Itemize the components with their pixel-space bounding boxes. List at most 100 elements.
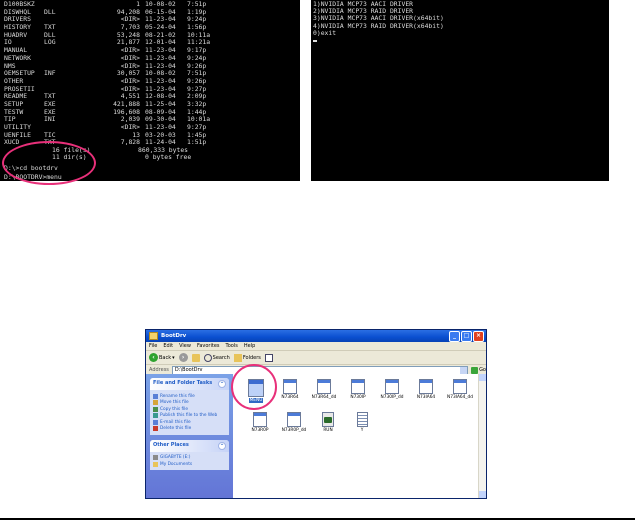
collapse-chevron-icon[interactable]: ^ [218, 441, 226, 450]
task-icon [153, 426, 158, 431]
page-divider [0, 518, 635, 520]
task-icon [153, 406, 158, 412]
entry-ext: INF [44, 69, 56, 78]
text-file-icon [356, 412, 368, 427]
task-icon [153, 413, 158, 418]
folders-label: Folders [242, 354, 261, 361]
go-button[interactable]: Go [471, 366, 486, 374]
toolbar: ‹ Back ▾ › Search Folders [146, 351, 486, 365]
task-label: E-mail this file [160, 419, 191, 425]
address-value: D:\BootDrv [174, 367, 203, 373]
entry-size: <DIR> [120, 123, 140, 131]
folders-button[interactable]: Folders [233, 353, 261, 362]
scroll-up-button[interactable] [479, 374, 486, 381]
place-label: GIGABYTE (E:) [160, 455, 191, 460]
other-places-title: Other Places [153, 441, 189, 448]
task-link[interactable]: E-mail this file [153, 419, 226, 425]
go-label: Go [479, 367, 486, 373]
task-label: Delete this file [160, 426, 192, 431]
window-title: BootDrv [161, 333, 187, 339]
file-icon [317, 379, 331, 394]
minimize-button[interactable]: _ [449, 330, 460, 342]
maximize-button[interactable]: □ [461, 330, 472, 342]
file-name: N73IA64 [416, 395, 436, 400]
entry-time: 1:51p [187, 138, 207, 147]
entry-ext: DLL [44, 7, 56, 16]
menu-view[interactable]: View [179, 343, 191, 349]
address-dropdown-icon[interactable] [460, 366, 468, 374]
address-label: Address [149, 367, 169, 373]
driver-menu-screen: 1)NVIDIA MCP73 AACI DRIVER 2)NVIDIA MCP73… [311, 0, 609, 181]
file-name: N73R0P_dd [281, 428, 307, 433]
entry-ext: LOG [44, 38, 56, 47]
file-item[interactable]: Y [340, 412, 384, 433]
file-name: RUN [323, 428, 333, 433]
batch-file-icon [322, 412, 334, 427]
collapse-chevron-icon[interactable]: ^ [218, 380, 226, 388]
folder-icon [149, 332, 158, 340]
task-panel-title: File and Folder Tasks [153, 380, 213, 386]
back-button[interactable]: ‹ Back ▾ [149, 353, 175, 362]
menu-favorites[interactable]: Favorites [197, 343, 220, 349]
task-link[interactable]: Move this file [153, 400, 226, 405]
task-icon [153, 419, 158, 425]
place-link[interactable]: My Documents [153, 461, 226, 467]
file-name: N730IP_dd [380, 395, 404, 400]
dropdown-arrow-icon: ▾ [172, 354, 175, 361]
driver-menu-list: 1)NVIDIA MCP73 AACI DRIVER 2)NVIDIA MCP73… [313, 0, 444, 44]
file-name: Y [360, 428, 364, 433]
task-link[interactable]: Delete this file [153, 426, 226, 431]
title-bar[interactable]: BootDrv _ □ × [146, 330, 486, 342]
task-link[interactable]: Rename this file [153, 393, 226, 399]
file-icon [283, 379, 297, 394]
search-button[interactable]: Search [203, 353, 230, 362]
menu-tools[interactable]: Tools [226, 343, 238, 349]
views-icon[interactable] [264, 353, 273, 362]
file-name: N73R64_dd [311, 395, 337, 400]
task-link[interactable]: Copy this file [153, 406, 226, 412]
file-icon [351, 379, 365, 394]
close-button[interactable]: × [473, 330, 484, 342]
file-icon [385, 379, 399, 394]
file-icon [253, 412, 267, 427]
up-folder-icon[interactable] [191, 353, 200, 362]
file-icon [419, 379, 433, 394]
folder-icon [153, 461, 158, 467]
other-places-panel: Other Places ^ GIGABYTE (E:) My Documents [150, 439, 229, 470]
go-arrow-icon [471, 366, 479, 374]
task-label: Move this file [160, 400, 189, 405]
search-label: Search [212, 354, 230, 361]
menu-bar: File Edit View Favorites Tools Help [146, 342, 486, 351]
task-label: Rename this file [160, 393, 195, 399]
search-icon [203, 353, 212, 362]
content-area: File and Folder Tasks ^ Rename this file… [146, 374, 486, 498]
file-name: N73R64 [281, 395, 299, 400]
file-name: N73IA64_dd [447, 395, 473, 400]
highlight-circle-menu-file [231, 364, 277, 410]
task-pane: File and Folder Tasks ^ Rename this file… [146, 374, 233, 498]
folders-icon [233, 353, 242, 362]
driver-menu-option: 0)exit [313, 28, 337, 37]
task-label: Publish this file to the Web [160, 413, 218, 418]
menu-help[interactable]: Help [244, 343, 255, 349]
file-name: N73R0P [251, 428, 269, 433]
vertical-scrollbar[interactable] [478, 374, 486, 498]
entry-size: 7,828 [120, 138, 140, 147]
highlight-circle-dos [2, 141, 96, 185]
menu-file[interactable]: File [149, 343, 157, 349]
file-folder-tasks-panel: File and Folder Tasks ^ Rename this file… [150, 378, 229, 435]
task-link[interactable]: Publish this file to the Web [153, 413, 226, 418]
task-icon [153, 393, 158, 399]
back-arrow-icon: ‹ [149, 353, 158, 362]
entry-ext: INI [44, 115, 56, 124]
task-icon [153, 400, 158, 405]
summary-free-bytes: 0 bytes free [145, 153, 192, 161]
place-link[interactable]: GIGABYTE (E:) [153, 455, 226, 460]
forward-button[interactable]: › [178, 353, 188, 362]
file-item[interactable]: N73IA64_dd [438, 379, 482, 400]
file-name: N730IP [350, 395, 366, 400]
menu-edit[interactable]: Edit [163, 343, 173, 349]
file-icon [287, 412, 301, 427]
back-label: Back [159, 354, 172, 361]
scroll-down-button[interactable] [479, 491, 486, 498]
